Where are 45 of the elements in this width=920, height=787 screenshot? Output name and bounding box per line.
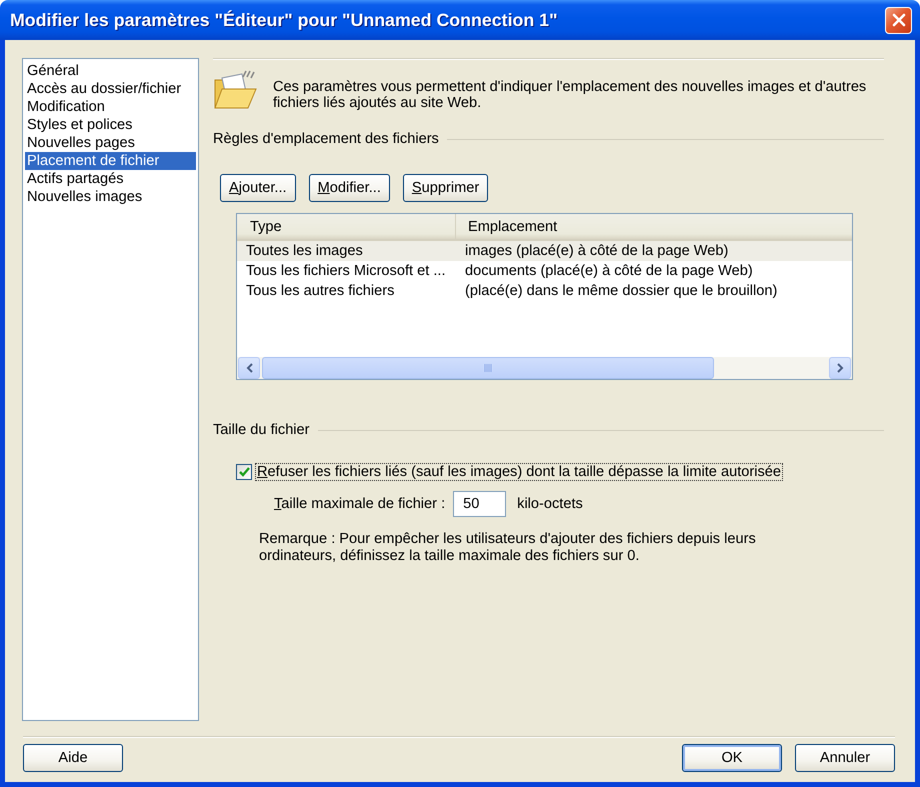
table-row[interactable]: Tous les autres fichiers (placé(e) dans le même dossier que le brouillon)	[237, 281, 852, 301]
table-row[interactable]: Toutes les images images (placé(e) à côté de la page Web)	[237, 241, 852, 261]
check-icon	[238, 467, 250, 477]
section-title: Taille du fichier	[213, 422, 310, 438]
sidebar-item[interactable]: Modification	[25, 98, 196, 116]
close-icon	[892, 13, 906, 27]
size-input-field[interactable]: 50	[453, 491, 506, 517]
chevron-left-icon	[246, 363, 252, 373]
horizontal-scrollbar[interactable]	[237, 357, 852, 379]
sidebar-item[interactable]: Nouvelles pages	[25, 134, 196, 152]
column-header[interactable]: Type	[237, 214, 456, 241]
sidebar-item[interactable]: Placement de fichier	[25, 152, 196, 170]
table-cell-text: Toutes les images	[245, 242, 364, 261]
action-button[interactable]: Modifier...	[308, 174, 390, 202]
sidebar-item[interactable]: Actifs partagés	[25, 170, 196, 188]
unit-label: kilo-octets	[517, 496, 583, 512]
window-title: Modifier les paramètres "Éditeur" pour "Unnamed Connection 1"	[10, 10, 558, 30]
sidebar-item[interactable]: Général	[25, 62, 196, 80]
action-button[interactable]: Ajouter...	[220, 174, 296, 202]
dialog-button[interactable]: Aide	[23, 744, 123, 772]
checkbox[interactable]	[236, 464, 252, 480]
table-cell-text: Tous les fichiers Microsoft et ...	[245, 262, 447, 281]
sidebar-item[interactable]: Accès au dossier/fichier	[25, 80, 196, 98]
sidebar-item[interactable]: Nouvelles images	[25, 188, 196, 206]
sidebar-item[interactable]: Styles et polices	[25, 116, 196, 134]
table-cell-text: (placé(e) dans le même dossier que le brouillon)	[464, 282, 778, 301]
dialog-button[interactable]: Annuler	[795, 744, 895, 772]
field-label: Taille maximale de fichier :	[274, 496, 446, 512]
column-header[interactable]: Emplacement	[456, 214, 852, 241]
chevron-right-icon	[836, 363, 844, 373]
section-title: Règles d'emplacement des fichiers	[213, 131, 439, 147]
scrollbar-thumb[interactable]	[262, 357, 714, 379]
table-cell-text: images (placé(e) à côté de la page Web)	[464, 242, 730, 261]
table-row[interactable]: Tous les fichiers Microsoft et ... documents (placé(e) à côté de la page Web)	[237, 261, 852, 281]
grip-icon	[484, 364, 492, 372]
table-cell-text: documents (placé(e) à côté de la page Web)	[464, 262, 754, 281]
table-cell-text: Tous les autres fichiers	[245, 282, 396, 301]
description: Ces paramètres vous permettent d'indiquer l'emplacement des nouvelles images et d'autres fichiers liés ajoutés au site Web.	[273, 79, 868, 111]
checkbox-label[interactable]: Refuser les fichiers liés (sauf les images) dont la taille dépasse la limite autorisée	[255, 463, 784, 481]
scroll-right-button[interactable]	[829, 357, 851, 379]
close-button[interactable]	[885, 6, 912, 34]
note-text: Remarque : Pour empêcher les utilisateurs d'ajouter des fichiers depuis leurs ordinateurs, définissez la taille maximale des fichiers sur 0.	[259, 531, 757, 565]
scroll-left-button[interactable]	[238, 357, 260, 379]
dialog-button[interactable]: OK	[682, 744, 782, 772]
action-button[interactable]: Supprimer	[402, 174, 488, 202]
